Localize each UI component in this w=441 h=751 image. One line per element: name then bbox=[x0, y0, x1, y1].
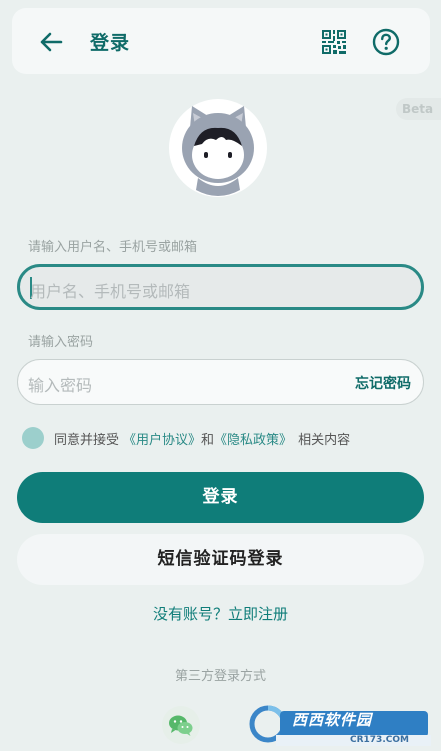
password-input[interactable]: 输入密码 忘记密码 bbox=[17, 359, 424, 405]
username-input[interactable]: 用户名、手机号或邮箱 bbox=[17, 264, 424, 310]
user-agreement-link[interactable]: 《用户协议》 bbox=[123, 429, 201, 448]
watermark-url: CR173.COM bbox=[350, 735, 409, 745]
privacy-policy-link[interactable]: 《隐私政策》 bbox=[214, 429, 292, 448]
beta-badge: Beta bbox=[396, 98, 441, 120]
agreement-checkbox[interactable] bbox=[22, 427, 44, 449]
top-bar: 登录 bbox=[12, 8, 430, 74]
register-link[interactable]: 没有账号？立即注册 bbox=[0, 603, 441, 624]
forgot-password-link[interactable]: 忘记密码 bbox=[355, 373, 411, 393]
agreement-suffix: 相关内容 bbox=[298, 432, 351, 448]
third-party-label: 第三方登录方式 bbox=[174, 669, 266, 684]
page-title: 登录 bbox=[90, 32, 131, 54]
agreement-and: 和 bbox=[201, 432, 215, 448]
username-placeholder: 用户名、手机号或邮箱 bbox=[30, 282, 191, 301]
password-placeholder: 输入密码 bbox=[28, 376, 93, 395]
help-circle-icon[interactable] bbox=[372, 28, 400, 56]
password-label: 请输入密码 bbox=[28, 335, 94, 350]
username-label: 请输入用户名、手机号或邮箱 bbox=[28, 240, 198, 255]
agreement-prefix: 同意并接受 bbox=[54, 432, 120, 448]
watermark-brand: 西西软件园 bbox=[292, 711, 373, 729]
agreement-row: 同意并接受 《用户协议》 和 《隐私政策》 相关内容 bbox=[22, 427, 350, 449]
login-button[interactable]: 登录 bbox=[17, 472, 424, 523]
avatar bbox=[169, 99, 267, 197]
wechat-icon[interactable] bbox=[162, 706, 200, 744]
qr-code-icon[interactable] bbox=[322, 30, 346, 54]
sms-login-button[interactable]: 短信验证码登录 bbox=[17, 534, 424, 585]
back-arrow-icon[interactable] bbox=[38, 29, 64, 55]
